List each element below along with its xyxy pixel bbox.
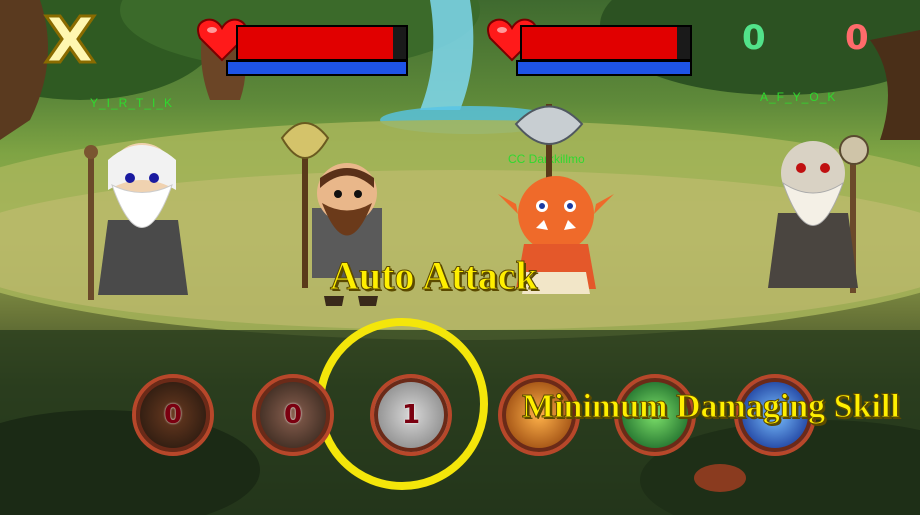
- player2-hp-fill: [522, 27, 677, 59]
- skill-cooldown-value: 0: [283, 400, 303, 430]
- auto-attack-annotation: Auto Attack: [330, 253, 539, 299]
- player1-hp-fill: [238, 27, 393, 59]
- skill-cooldown-value: 0: [163, 400, 183, 430]
- score-right: 0: [845, 18, 869, 58]
- left-player-name: Y_I_R_T_I_K: [90, 96, 174, 110]
- close-button[interactable]: [38, 10, 102, 68]
- tree-trunk-right: [870, 30, 920, 140]
- claw-skill-button[interactable]: 0: [132, 374, 214, 456]
- right-player-name: A_F_Y_O_K: [760, 90, 837, 104]
- player2-mp-bar: [516, 60, 692, 76]
- player1-mp-fill: [228, 62, 406, 74]
- shaman-character-right: [768, 135, 869, 293]
- skill-cooldown-value: 1: [401, 400, 421, 430]
- wizard-character-left: [84, 143, 188, 300]
- game-screen: 0 0 Y_I_R_T_I_K CC Darkkillmo A_F_Y_O_K: [0, 0, 920, 515]
- player2-mp-fill: [518, 62, 690, 74]
- player2-hp-bar: [520, 25, 692, 61]
- player1-mp-bar: [226, 60, 408, 76]
- score-left: 0: [742, 18, 766, 58]
- player1-hp-bar: [236, 25, 408, 61]
- strike-skill-button[interactable]: 0: [252, 374, 334, 456]
- close-x-icon: [43, 14, 97, 64]
- mushroom: [694, 464, 746, 492]
- minimum-skill-annotation: Minimum Damaging Skill: [522, 388, 901, 426]
- auto-attack-skill-button[interactable]: 1: [370, 374, 452, 456]
